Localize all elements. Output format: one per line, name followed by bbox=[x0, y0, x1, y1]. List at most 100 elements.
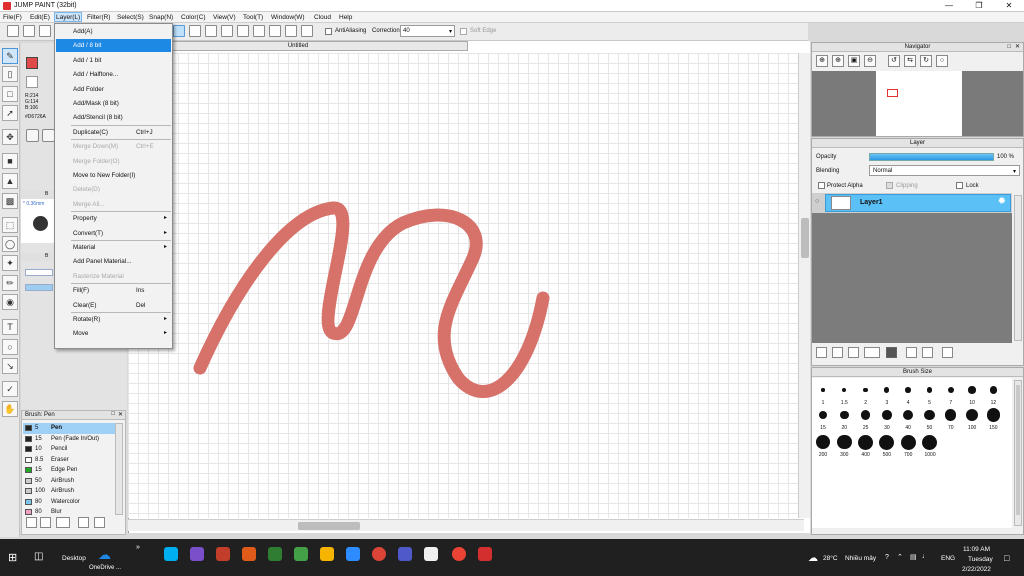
marquee-icon[interactable]: ⬚ bbox=[2, 217, 18, 233]
menu-snap[interactable]: Snap(N) bbox=[149, 14, 173, 21]
layer-visibility-icon[interactable]: ○ bbox=[815, 198, 819, 205]
menu-select[interactable]: Select(S) bbox=[117, 14, 144, 21]
close-button[interactable]: ✕ bbox=[994, 0, 1024, 12]
file-explorer-icon[interactable] bbox=[320, 547, 334, 561]
wand-icon[interactable]: ✦ bbox=[2, 255, 18, 271]
navigator-preview[interactable] bbox=[876, 71, 962, 136]
document-tab[interactable]: Untitled bbox=[128, 41, 468, 51]
windows-start-icon[interactable]: ⊞ bbox=[8, 551, 17, 564]
skype-icon[interactable] bbox=[164, 547, 178, 561]
brush-size-swatch[interactable] bbox=[816, 435, 830, 449]
opacity-slider[interactable] bbox=[869, 153, 994, 161]
brush-shape-round-icon[interactable] bbox=[173, 25, 185, 37]
brush-pattern-icon[interactable] bbox=[269, 25, 281, 37]
shape-icon[interactable]: ■ bbox=[2, 153, 18, 169]
trash-icon[interactable] bbox=[942, 347, 953, 358]
brush-list-item[interactable]: 100 AirBrush bbox=[23, 486, 115, 497]
brush-size-swatch[interactable] bbox=[839, 410, 849, 420]
navigator-view-rect[interactable] bbox=[887, 89, 898, 97]
eyedropper-icon[interactable]: ✓ bbox=[2, 381, 18, 397]
layer-menu-item[interactable]: Clear(E) Del bbox=[56, 299, 171, 312]
brush-list-item[interactable]: 15 Edge Pen bbox=[23, 465, 115, 476]
new-file-icon[interactable] bbox=[7, 25, 19, 37]
layer-menu-item[interactable]: Add / 1 bit bbox=[56, 54, 171, 67]
brush-mode-icon[interactable] bbox=[221, 25, 233, 37]
clock-time[interactable]: 11:09 AM bbox=[963, 546, 990, 553]
brush-size-swatch[interactable] bbox=[926, 387, 933, 393]
brush-list-item[interactable]: 5 Pen bbox=[23, 423, 115, 434]
layer-add-menu-icon[interactable] bbox=[864, 347, 880, 358]
lock-checkbox[interactable] bbox=[956, 182, 963, 189]
brush-dots-icon[interactable] bbox=[285, 25, 297, 37]
menu-filter[interactable]: Filter(R) bbox=[87, 14, 110, 21]
lasso-icon[interactable]: ◯ bbox=[2, 236, 18, 252]
folder-icon[interactable] bbox=[886, 347, 897, 358]
rotate-right-icon[interactable]: ↻ bbox=[920, 55, 932, 67]
app-icon-11[interactable] bbox=[424, 547, 438, 561]
brush-panel-close-icon[interactable]: ✕ bbox=[118, 411, 123, 418]
transform-icon[interactable]: ↘ bbox=[2, 358, 18, 374]
brush-size-swatch[interactable] bbox=[858, 434, 874, 450]
desktop-label[interactable]: Desktop bbox=[62, 555, 86, 562]
jump-paint-taskbar-icon[interactable] bbox=[478, 547, 492, 561]
brush-size-swatch[interactable] bbox=[879, 434, 895, 450]
layer-menu-item[interactable]: Add / 8 bit bbox=[56, 39, 171, 53]
brush-panel-restore-icon[interactable]: □ bbox=[111, 411, 115, 417]
brush-shape-flat-icon[interactable] bbox=[205, 25, 217, 37]
layer-menu-item[interactable]: Add Folder bbox=[56, 83, 171, 96]
brush-size-swatch[interactable] bbox=[842, 387, 847, 392]
brush-slider-2[interactable] bbox=[25, 284, 53, 291]
brush-size-swatch[interactable] bbox=[986, 408, 1000, 422]
zoom-fit-icon[interactable]: ▣ bbox=[848, 55, 860, 67]
layer-menu-item[interactable]: Fill(F) Ins bbox=[56, 284, 171, 297]
layer-menu-item[interactable]: Add(A) bbox=[56, 25, 171, 38]
menu-color[interactable]: Color(C) bbox=[181, 14, 206, 21]
wifi-app-icon[interactable] bbox=[242, 547, 256, 561]
weather-text[interactable]: Nhiều mây bbox=[845, 555, 876, 562]
horizontal-scroll-thumb[interactable] bbox=[298, 522, 360, 530]
minimize-button[interactable]: — bbox=[934, 0, 964, 12]
menu-view[interactable]: View(V) bbox=[213, 14, 236, 21]
line-icon[interactable]: ➚ bbox=[2, 105, 18, 121]
eraser-icon[interactable]: ▯ bbox=[2, 66, 18, 82]
layer-menu-item[interactable]: Merge Folder(O) bbox=[56, 155, 171, 168]
new-layer-icon[interactable] bbox=[816, 347, 827, 358]
rotate-left-icon[interactable]: ↺ bbox=[888, 55, 900, 67]
gradient-icon[interactable]: ▩ bbox=[2, 193, 18, 209]
correction-select[interactable]: 40 ▾ bbox=[400, 25, 455, 37]
brush-size-swatch[interactable] bbox=[945, 409, 957, 421]
antialias-checkbox[interactable] bbox=[325, 28, 332, 35]
select-icon[interactable]: □ bbox=[2, 86, 18, 102]
brush-slider-1[interactable] bbox=[25, 269, 53, 276]
zoom-in-icon[interactable]: ⊕ bbox=[816, 55, 828, 67]
task-view-icon[interactable]: ◫ bbox=[34, 551, 43, 562]
toolbar-overflow-icon[interactable]: » bbox=[136, 544, 140, 551]
brush-size-swatch[interactable] bbox=[882, 410, 892, 420]
zoom-out-icon[interactable]: ⊖ bbox=[864, 55, 876, 67]
layer-menu-item[interactable]: Add/Mask (8 bit) bbox=[56, 97, 171, 110]
brush-size-swatch[interactable] bbox=[884, 387, 890, 393]
brush-add-icon[interactable] bbox=[40, 517, 51, 528]
brush-size-swatch[interactable] bbox=[903, 409, 914, 421]
brush-list-item[interactable]: 15 Pen (Fade In/Out) bbox=[23, 434, 115, 445]
layer-menu-item[interactable]: Material ▸ bbox=[56, 241, 171, 254]
network-icon[interactable]: ▤ bbox=[910, 553, 917, 561]
layer-menu-item[interactable]: Merge Down(M) Ctrl+E bbox=[56, 140, 171, 153]
menu-cloud[interactable]: Cloud bbox=[314, 14, 331, 21]
onedrive-label[interactable]: OneDrive ... bbox=[89, 565, 121, 571]
brush-size-swatch[interactable] bbox=[818, 410, 828, 420]
brush-size-swatch[interactable] bbox=[821, 388, 825, 392]
brush-settings-icon[interactable] bbox=[26, 517, 37, 528]
layer-menu-item[interactable]: Delete(D) bbox=[56, 183, 171, 196]
hand-icon[interactable]: ✋ bbox=[2, 401, 18, 417]
balloon-icon[interactable]: ○ bbox=[2, 339, 18, 355]
layer-row[interactable]: ○ Layer1 ✹ bbox=[812, 193, 1012, 213]
brush-size-swatch[interactable] bbox=[989, 386, 998, 394]
brush-size-scroll-thumb[interactable] bbox=[1016, 385, 1020, 515]
navigator-restore-icon[interactable]: □ bbox=[1007, 43, 1011, 51]
brush-size-swatch[interactable] bbox=[924, 409, 935, 421]
menu-help[interactable]: Help bbox=[339, 14, 352, 21]
brush-size-swatch[interactable] bbox=[968, 386, 976, 394]
open-file-icon[interactable] bbox=[23, 25, 35, 37]
gear-icon[interactable]: ✹ bbox=[998, 196, 1006, 207]
